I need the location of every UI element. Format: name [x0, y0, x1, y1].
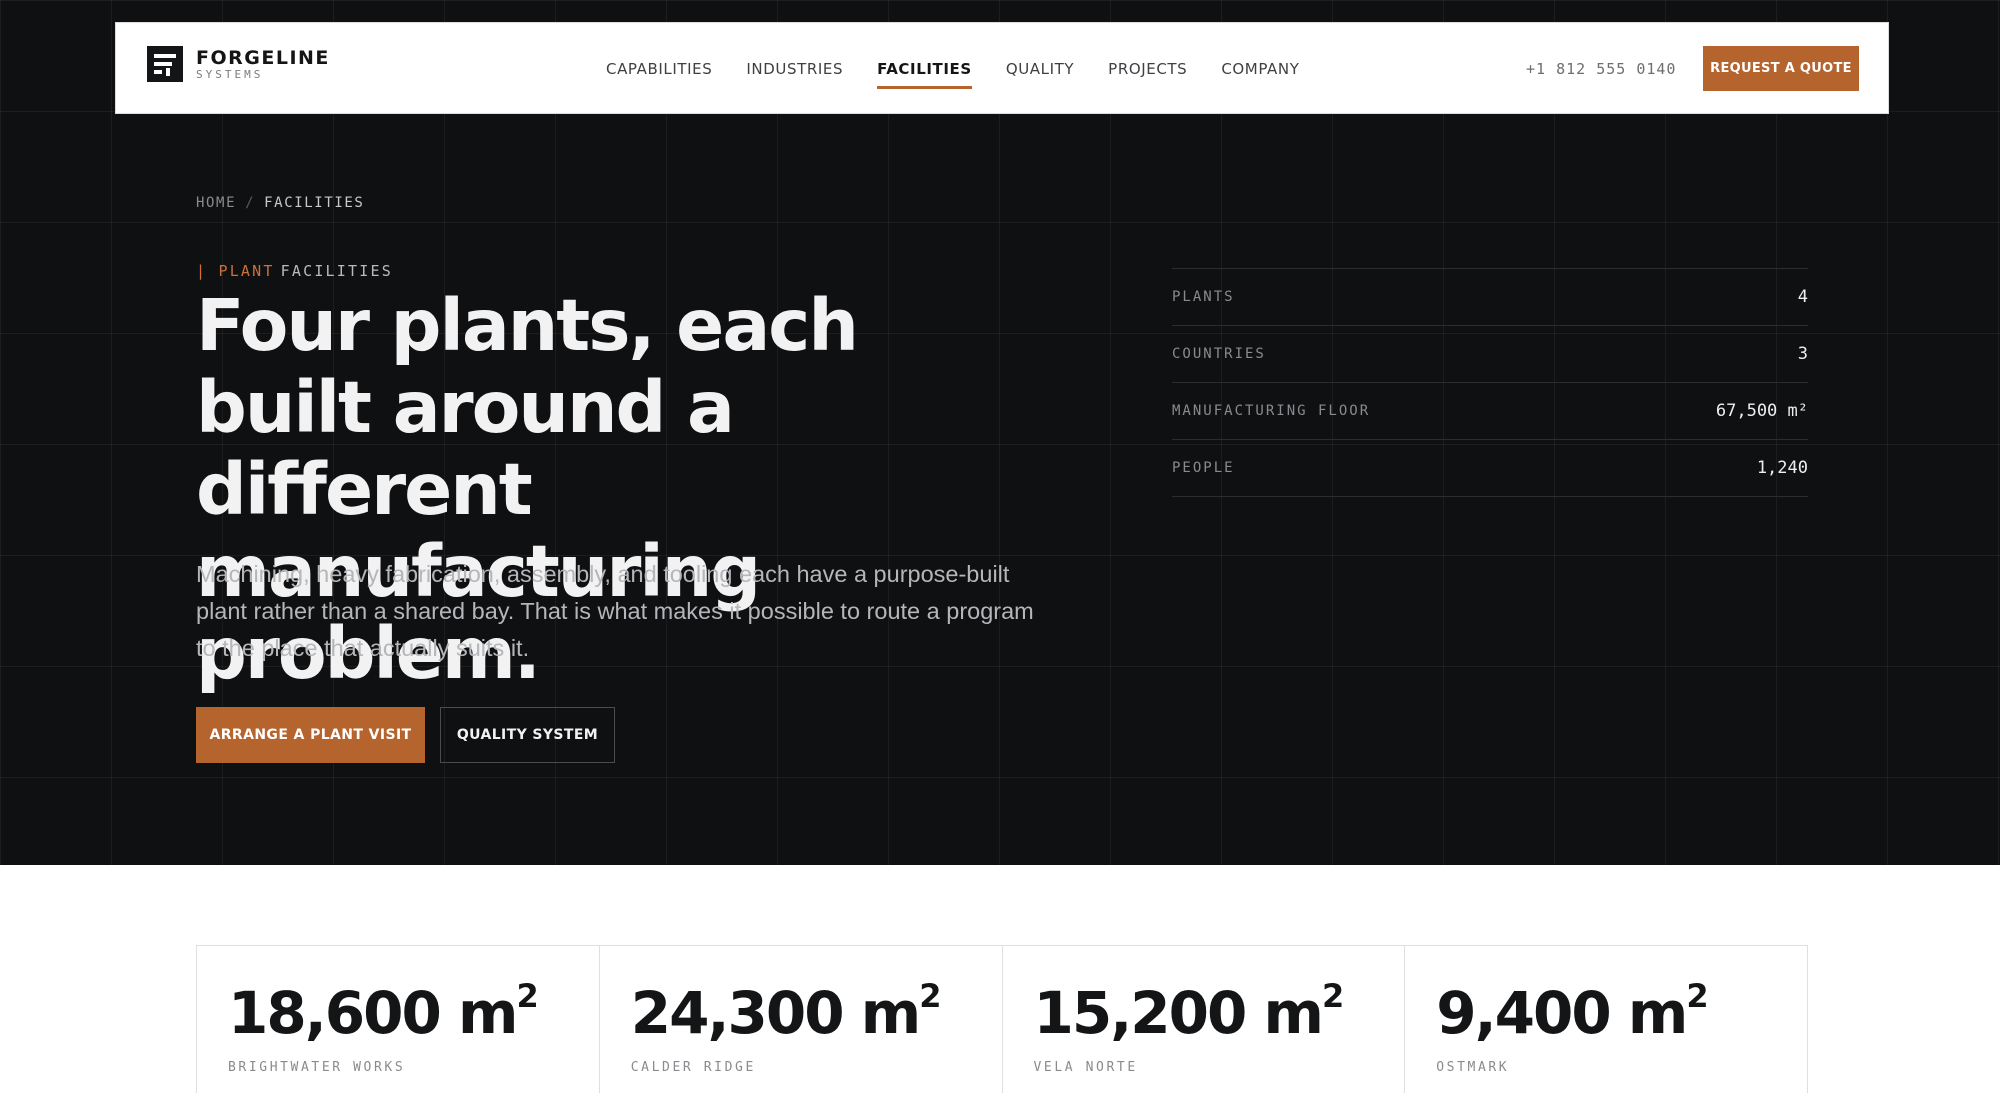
- unit-superscript: 2: [1321, 977, 1345, 1015]
- plant-cards: 18,600 m2 BRIGHTWATER WORKS 24,300 m2 CA…: [196, 945, 1808, 1093]
- breadcrumb-home[interactable]: HOME: [196, 195, 236, 211]
- plant-area: 24,300 m2: [630, 977, 942, 1047]
- plant-area: 18,600 m2: [228, 977, 539, 1047]
- nav-item-capabilities[interactable]: CAPABILITIES: [589, 23, 729, 115]
- stat-row: PLANTS 4: [1172, 269, 1808, 326]
- plant-card-brightwater[interactable]: 18,600 m2 BRIGHTWATER WORKS: [197, 946, 600, 1093]
- stat-value: 1,240: [1756, 458, 1808, 478]
- plant-name: VELA NORTE: [1033, 1060, 1138, 1075]
- stat-row: PEOPLE 1,240: [1172, 440, 1808, 497]
- plant-area: 15,200 m2: [1033, 977, 1345, 1047]
- stat-label: COUNTRIES: [1172, 346, 1266, 362]
- nav-item-company[interactable]: COMPANY: [1204, 23, 1316, 115]
- logo-name: FORGELINE: [196, 47, 330, 69]
- stat-row: MANUFACTURING FLOOR 67,500 m²: [1172, 383, 1808, 440]
- eyebrow-bar: |: [196, 262, 208, 280]
- unit-superscript: 2: [516, 977, 539, 1015]
- plant-card-ostmark[interactable]: 9,400 m2 OSTMARK: [1405, 946, 1807, 1093]
- nav-item-quality[interactable]: QUALITY: [989, 23, 1091, 115]
- logo[interactable]: FORGELINE SYSTEMS: [147, 46, 330, 82]
- plant-name: CALDER RIDGE: [630, 1060, 756, 1075]
- stat-row: COUNTRIES 3: [1172, 326, 1808, 383]
- logo-mark-icon: [147, 46, 183, 82]
- quality-system-button[interactable]: QUALITY SYSTEM: [440, 707, 615, 763]
- breadcrumb: HOME / FACILITIES: [196, 195, 364, 211]
- breadcrumb-separator: /: [245, 195, 256, 211]
- unit-superscript: 2: [919, 977, 942, 1015]
- stat-value: 3: [1797, 344, 1808, 364]
- stat-value: 67,500 m²: [1715, 401, 1808, 421]
- plant-area: 9,400 m2: [1436, 977, 1709, 1047]
- plant-name: OSTMARK: [1436, 1060, 1510, 1075]
- site-header: FORGELINE SYSTEMS CAPABILITIES INDUSTRIE…: [115, 22, 1889, 114]
- hero-section: FORGELINE SYSTEMS CAPABILITIES INDUSTRIE…: [0, 0, 2000, 865]
- nav-item-projects[interactable]: PROJECTS: [1091, 23, 1204, 115]
- hero-description: Machining, heavy fabrication, assembly, …: [196, 561, 1034, 661]
- breadcrumb-current: FACILITIES: [264, 195, 365, 211]
- stat-label: PEOPLE: [1172, 460, 1235, 476]
- request-quote-button[interactable]: REQUEST A QUOTE: [1703, 46, 1859, 91]
- stats-table: PLANTS 4 COUNTRIES 3 MANUFACTURING FLOOR…: [1172, 268, 1808, 497]
- nav-item-facilities[interactable]: FACILITIES: [860, 23, 989, 115]
- section-eyebrow: | PLANT FACILITIES: [196, 262, 393, 280]
- logo-subtitle: SYSTEMS: [196, 68, 264, 81]
- nav-item-industries[interactable]: INDUSTRIES: [729, 23, 860, 115]
- stat-label: PLANTS: [1172, 289, 1235, 305]
- phone-link[interactable]: +1 812 555 0140: [1526, 23, 1676, 115]
- eyebrow-accent: PLANT: [218, 262, 275, 280]
- stat-value: 4: [1797, 287, 1808, 307]
- plant-name: BRIGHTWATER WORKS: [228, 1060, 406, 1075]
- unit-superscript: 2: [1686, 977, 1709, 1015]
- stat-label: MANUFACTURING FLOOR: [1172, 403, 1371, 419]
- plant-card-calder-ridge[interactable]: 24,300 m2 CALDER RIDGE: [600, 946, 1003, 1093]
- arrange-plant-visit-button[interactable]: ARRANGE A PLANT VISIT: [196, 707, 425, 763]
- eyebrow-text: FACILITIES: [280, 262, 393, 280]
- plant-card-vela-norte[interactable]: 15,200 m2 VELA NORTE: [1003, 946, 1406, 1093]
- main-nav: CAPABILITIES INDUSTRIES FACILITIES QUALI…: [589, 23, 1316, 115]
